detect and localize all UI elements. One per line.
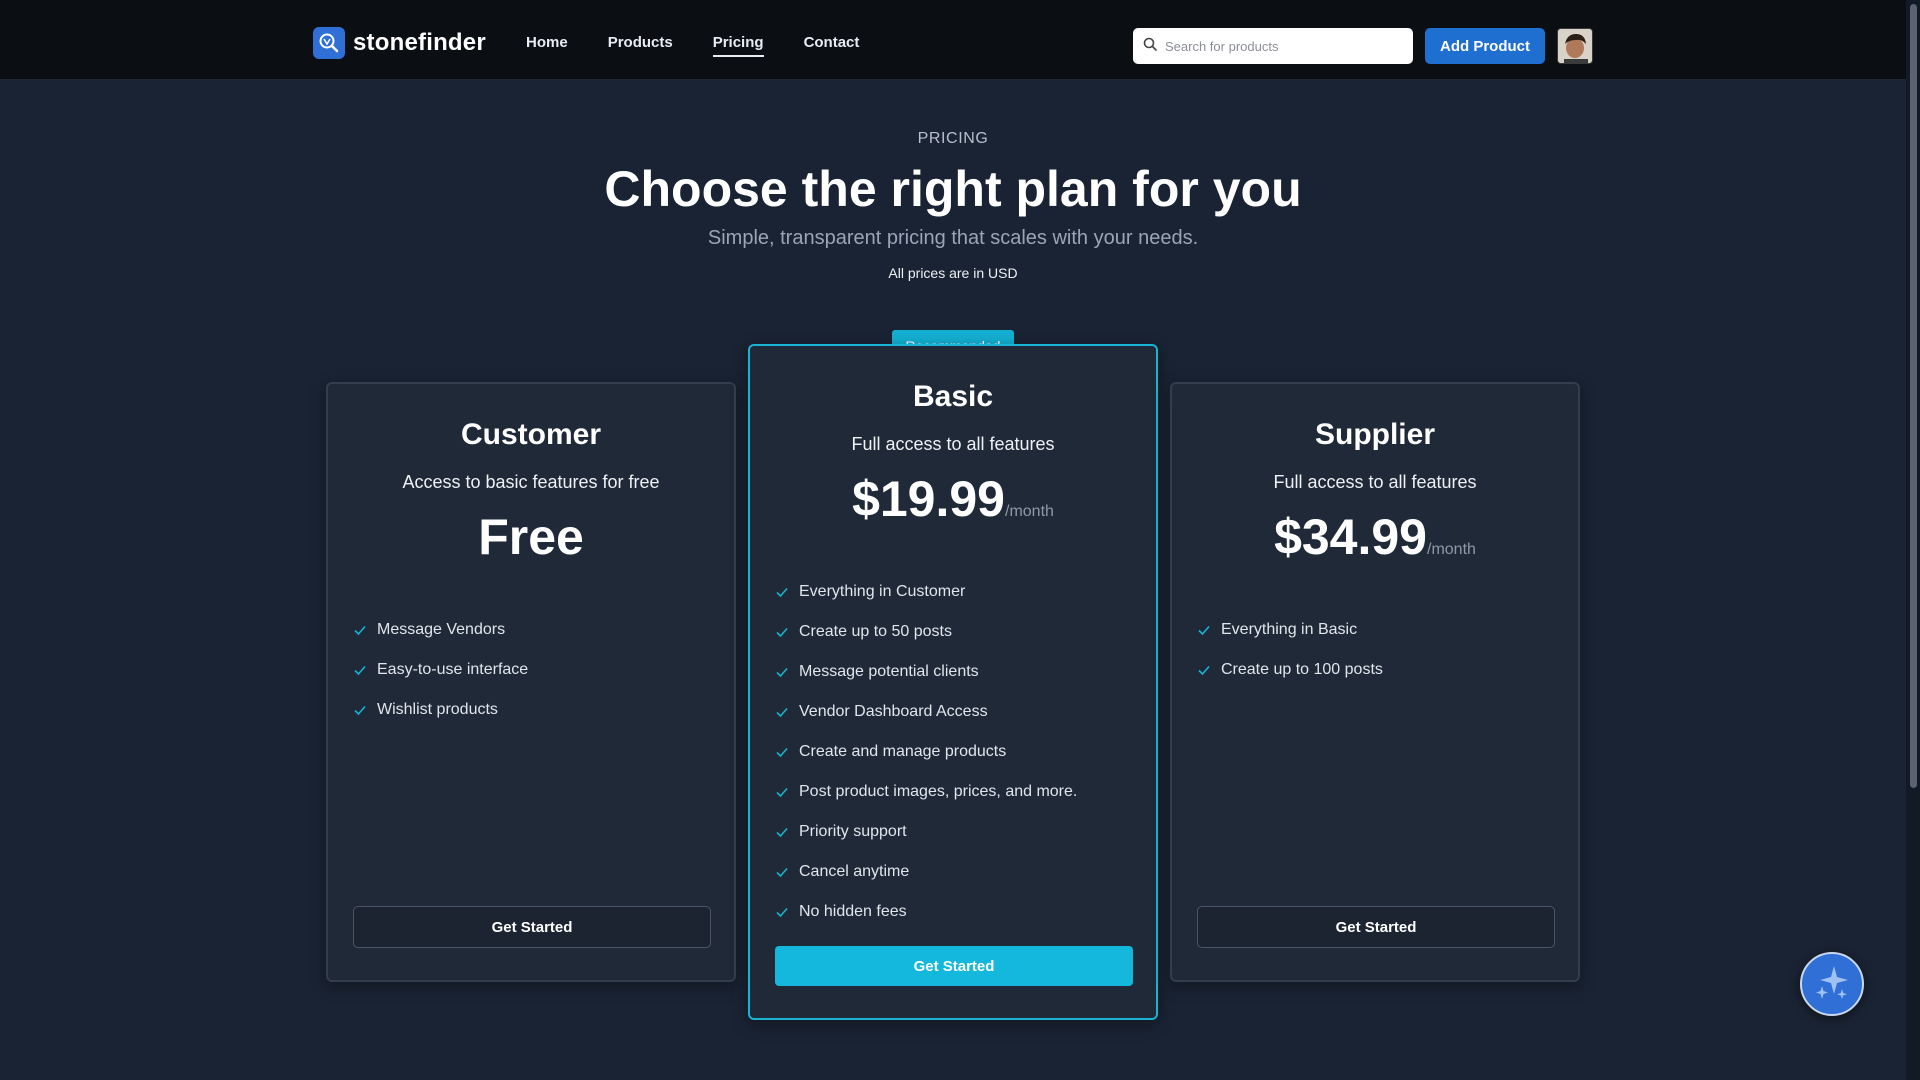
feature-item: No hidden fees bbox=[775, 892, 1077, 932]
plan-card-supplier: Supplier Full access to all features $34… bbox=[1170, 382, 1580, 982]
page-subtitle: Simple, transparent pricing that scales … bbox=[707, 227, 1199, 249]
check-icon bbox=[775, 745, 789, 759]
plan-title: Basic bbox=[912, 380, 994, 413]
get-started-button[interactable]: Get Started bbox=[775, 946, 1133, 986]
feature-item: Message Vendors bbox=[353, 610, 528, 650]
check-icon bbox=[1197, 623, 1211, 637]
check-icon bbox=[1197, 663, 1211, 677]
feature-item: Everything in Customer bbox=[775, 572, 1077, 612]
check-icon bbox=[775, 585, 789, 599]
pricing-eyebrow: PRICING bbox=[917, 130, 989, 147]
price-amount: $34.99 bbox=[1274, 509, 1427, 565]
search-box[interactable] bbox=[1133, 28, 1413, 64]
plan-price: $34.99/month bbox=[1172, 508, 1578, 566]
plan-price: $19.99/month bbox=[750, 470, 1156, 528]
plan-card-basic: Basic Full access to all features $19.99… bbox=[748, 344, 1158, 1020]
page-title: Choose the right plan for you bbox=[604, 161, 1302, 217]
check-icon bbox=[775, 825, 789, 839]
feature-item: Everything in Basic bbox=[1197, 610, 1383, 650]
search-icon bbox=[1143, 37, 1157, 56]
plan-description: Access to basic features for free bbox=[402, 472, 660, 492]
brand-name: stonefinder bbox=[353, 29, 486, 56]
plan-price: Free bbox=[328, 508, 734, 566]
brand[interactable]: stonefinder bbox=[313, 27, 486, 59]
feature-item: Wishlist products bbox=[353, 690, 528, 730]
feature-list: Everything in Customer Create up to 50 p… bbox=[775, 572, 1077, 932]
feature-item: Post product images, prices, and more. bbox=[775, 772, 1077, 812]
feature-item: Vendor Dashboard Access bbox=[775, 692, 1077, 732]
plan-title: Supplier bbox=[1314, 418, 1435, 451]
check-icon bbox=[353, 623, 367, 637]
price-period: /month bbox=[1427, 541, 1476, 558]
feature-list: Message Vendors Easy-to-use interface Wi… bbox=[353, 610, 528, 730]
feature-item: Message potential clients bbox=[775, 652, 1077, 692]
sparkles-icon bbox=[1812, 962, 1852, 1007]
nav-contact[interactable]: Contact bbox=[804, 34, 860, 57]
page-scrollbar[interactable] bbox=[1906, 0, 1920, 1080]
feature-item: Create up to 100 posts bbox=[1197, 650, 1383, 690]
plan-card-customer: Customer Access to basic features for fr… bbox=[326, 382, 736, 982]
price-amount: $19.99 bbox=[852, 471, 1005, 527]
plan-title: Customer bbox=[460, 418, 602, 451]
avatar[interactable] bbox=[1557, 28, 1593, 64]
get-started-button[interactable]: Get Started bbox=[1197, 906, 1555, 948]
feature-list: Everything in Basic Create up to 100 pos… bbox=[1197, 610, 1383, 690]
check-icon bbox=[775, 905, 789, 919]
check-icon bbox=[775, 665, 789, 679]
feature-item: Create up to 50 posts bbox=[775, 612, 1077, 652]
feature-item: Create and manage products bbox=[775, 732, 1077, 772]
plan-description: Full access to all features bbox=[851, 434, 1055, 454]
check-icon bbox=[775, 785, 789, 799]
ai-assistant-button[interactable] bbox=[1800, 952, 1864, 1016]
nav-products[interactable]: Products bbox=[608, 34, 673, 57]
nav-home[interactable]: Home bbox=[526, 34, 568, 57]
price-period: /month bbox=[1005, 503, 1054, 520]
check-icon bbox=[775, 705, 789, 719]
price-amount: Free bbox=[478, 509, 584, 565]
feature-item: Priority support bbox=[775, 812, 1077, 852]
check-icon bbox=[775, 865, 789, 879]
plan-description: Full access to all features bbox=[1273, 472, 1477, 492]
search-input[interactable] bbox=[1165, 38, 1395, 54]
nav-pricing[interactable]: Pricing bbox=[712, 34, 764, 57]
check-icon bbox=[353, 663, 367, 677]
magnifier-logo-icon bbox=[313, 27, 345, 59]
get-started-button[interactable]: Get Started bbox=[353, 906, 711, 948]
feature-item: Cancel anytime bbox=[775, 852, 1077, 892]
check-icon bbox=[775, 625, 789, 639]
currency-note: All prices are in USD bbox=[888, 265, 1018, 281]
main-nav: Home Products Pricing Contact bbox=[526, 34, 859, 57]
scrollbar-thumb[interactable] bbox=[1910, 4, 1917, 788]
top-navbar: stonefinder Home Products Pricing Contac… bbox=[0, 0, 1906, 80]
add-product-button[interactable]: Add Product bbox=[1425, 28, 1545, 64]
feature-item: Easy-to-use interface bbox=[353, 650, 528, 690]
check-icon bbox=[353, 703, 367, 717]
